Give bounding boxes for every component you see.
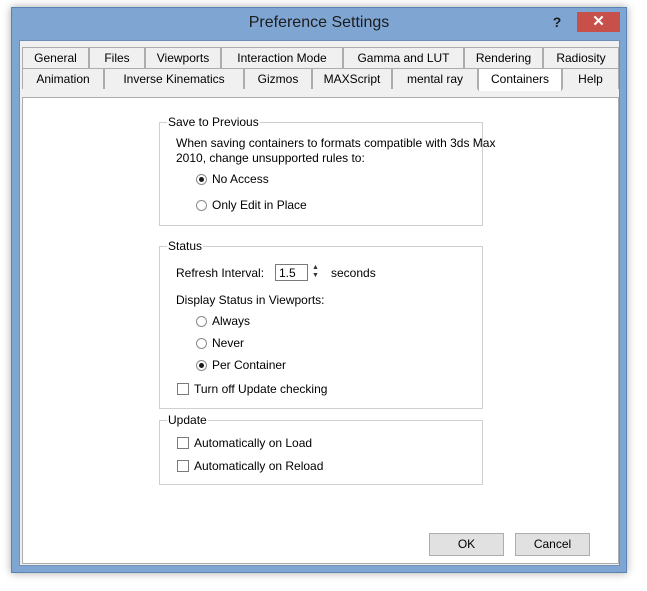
tab-inverse-kinematics[interactable]: Inverse Kinematics [104, 68, 244, 89]
tab-files[interactable]: Files [89, 47, 145, 68]
no-access-radio[interactable] [196, 174, 207, 185]
per-container-label[interactable]: Per Container [212, 358, 286, 373]
no-access-label[interactable]: No Access [212, 172, 269, 187]
tab-animation[interactable]: Animation [22, 68, 104, 89]
refresh-interval-unit: seconds [331, 266, 376, 280]
tab-rendering[interactable]: Rendering [464, 47, 543, 68]
tab-maxscript[interactable]: MAXScript [312, 68, 392, 89]
tab-row-1: General Files Viewports Interaction Mode… [22, 47, 620, 68]
update-label: Update [167, 413, 208, 427]
auto-on-load-label[interactable]: Automatically on Load [194, 436, 312, 451]
containers-panel: Save to Previous When saving containers … [22, 97, 619, 564]
refresh-interval-input[interactable] [275, 264, 308, 281]
turn-off-update-label[interactable]: Turn off Update checking [194, 382, 327, 397]
refresh-interval-label: Refresh Interval: [176, 266, 265, 280]
dialog-client-area: General Files Viewports Interaction Mode… [19, 40, 620, 566]
never-label[interactable]: Never [212, 336, 244, 351]
tab-interaction-mode[interactable]: Interaction Mode [221, 47, 343, 68]
update-group: Update Automatically on Load Automatical… [159, 413, 483, 485]
save-to-previous-label: Save to Previous [167, 115, 260, 129]
tab-gizmos[interactable]: Gizmos [244, 68, 312, 89]
tab-viewports[interactable]: Viewports [145, 47, 221, 68]
tab-radiosity[interactable]: Radiosity [543, 47, 619, 68]
tab-containers[interactable]: Containers [478, 68, 562, 91]
turn-off-update-checkbox[interactable] [177, 383, 189, 395]
only-edit-in-place-label[interactable]: Only Edit in Place [212, 198, 307, 213]
tab-mental-ray[interactable]: mental ray [392, 68, 478, 89]
save-to-previous-group: Save to Previous When saving containers … [159, 115, 495, 226]
title-bar[interactable]: Preference Settings ? ✕ [12, 8, 626, 40]
cancel-button[interactable]: Cancel [515, 533, 590, 556]
status-label: Status [167, 239, 204, 253]
status-group: Status Refresh Interval: ▲ ▼ seconds Dis… [159, 239, 483, 409]
auto-on-load-checkbox[interactable] [177, 437, 189, 449]
save-to-previous-description-line-2: 2010, change unsupported rules to: [176, 151, 365, 165]
auto-on-reload-checkbox[interactable] [177, 460, 189, 472]
only-edit-in-place-radio[interactable] [196, 200, 207, 211]
tab-general[interactable]: General [22, 47, 89, 68]
close-button[interactable]: ✕ [577, 12, 620, 32]
window-title: Preference Settings [248, 14, 390, 31]
display-status-label: Display Status in Viewports: [176, 293, 325, 307]
per-container-radio[interactable] [196, 360, 207, 371]
preference-settings-window: Preference Settings ? ✕ General Files Vi… [11, 7, 627, 573]
help-button[interactable]: ? [542, 12, 572, 34]
spinner-up-icon[interactable]: ▲ [310, 264, 321, 272]
never-radio[interactable] [196, 338, 207, 349]
spinner-down-icon[interactable]: ▼ [310, 272, 321, 280]
always-radio[interactable] [196, 316, 207, 327]
save-to-previous-description-line-1: When saving containers to formats compat… [176, 136, 496, 150]
tab-row-2: Animation Inverse Kinematics Gizmos MAXS… [22, 68, 620, 91]
auto-on-reload-label[interactable]: Automatically on Reload [194, 459, 323, 474]
ok-button[interactable]: OK [429, 533, 504, 556]
always-label[interactable]: Always [212, 314, 250, 329]
tab-gamma-and-lut[interactable]: Gamma and LUT [343, 47, 464, 68]
tab-help[interactable]: Help [562, 68, 619, 89]
close-icon: ✕ [592, 13, 605, 30]
